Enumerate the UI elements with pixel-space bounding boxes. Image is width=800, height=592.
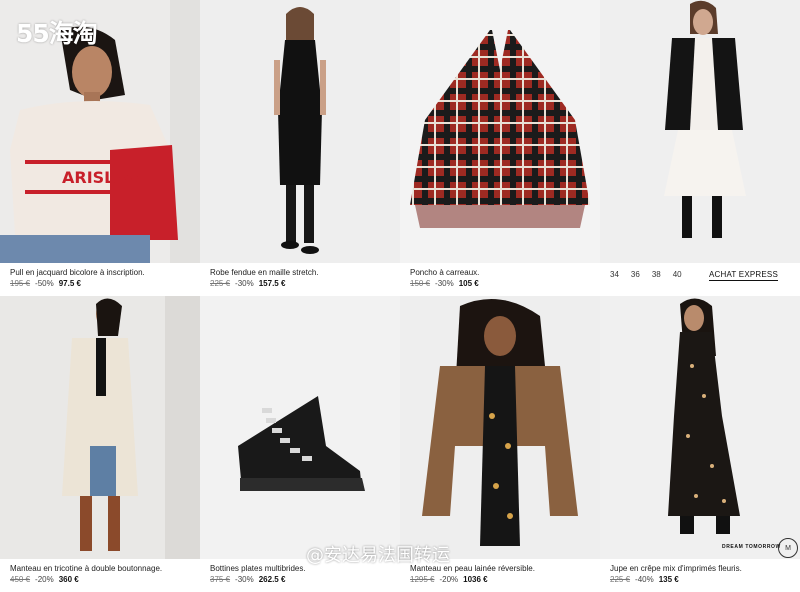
product-info: Robe fendue en maille stretch. 225 € -30%… [210,267,394,289]
price-row: 450 € -20% 360 € [10,574,194,585]
discount-badge: -30% [435,279,454,288]
discount-badge: -20% [35,575,54,584]
product-grid: ARISLAWIT Pull en jacquard bicolore à in… [0,0,800,592]
sale-price: 360 € [58,575,79,584]
size-option[interactable]: 40 [673,270,682,279]
weibo-watermark: @安达易法国转运 [306,545,450,566]
product-info: Poncho à carreaux. 150 € -30% 105 € [410,267,594,289]
price-row: 150 € -30% 105 € [410,278,594,289]
product-name[interactable]: Jupe en crêpe mix d'imprimés fleuris. [610,563,794,574]
product-name[interactable]: Robe fendue en maille stretch. [210,267,394,278]
price-row: 195 € -50% 97.5 € [10,278,194,289]
product-card[interactable]: Manteau en tricotine à double boutonnage… [0,296,200,592]
product-info: Manteau en tricotine à double boutonnage… [10,563,194,585]
size-option[interactable]: 34 [610,270,619,279]
product-info: Pull en jacquard bicolore à inscription.… [10,267,194,289]
product-info: Jupe en crêpe mix d'imprimés fleuris. 22… [610,563,794,585]
size-option[interactable]: 38 [652,270,661,279]
price-row: 375 € -30% 262.5 € [210,574,394,585]
product-image[interactable] [600,296,800,559]
price-row: 225 € -40% 135 € [610,574,794,585]
product-image[interactable] [600,0,800,263]
site-logo-watermark: 55海淘 [16,19,98,48]
product-image[interactable] [400,296,600,559]
price-row: 225 € -30% 157.5 € [210,278,394,289]
discount-badge: -30% [235,279,254,288]
price-row: 1295 € -20% 1036 € [410,574,594,585]
sale-price: 157.5 € [258,279,286,288]
sale-price: 135 € [658,575,679,584]
original-price: 225 € [610,575,631,584]
product-image[interactable] [200,296,400,559]
product-name[interactable]: Pull en jacquard bicolore à inscription. [10,267,194,278]
sale-price: 262.5 € [258,575,286,584]
product-image[interactable] [400,0,600,263]
original-price: 195 € [10,279,31,288]
product-name[interactable]: Manteau en tricotine à double boutonnage… [10,563,194,574]
original-price: 450 € [10,575,31,584]
brand-tagline: DREAM TOMORROW [722,544,781,550]
original-price: 375 € [210,575,231,584]
sale-price: 105 € [458,279,479,288]
discount-badge: -30% [235,575,254,584]
product-card-hover[interactable]: 34 36 38 40 ACHAT EXPRESS [600,0,800,296]
product-image[interactable] [200,0,400,263]
express-purchase-button[interactable]: ACHAT EXPRESS [709,270,778,281]
discount-badge: -20% [439,575,459,584]
sweater-lettering: ARISLAWIT [62,168,161,187]
brand-badge-icon: M [778,538,798,558]
original-price: 150 € [410,279,431,288]
product-card[interactable]: Poncho à carreaux. 150 € -30% 105 € [400,0,600,296]
size-option[interactable]: 36 [631,270,640,279]
size-selector: 34 36 38 40 [610,270,682,279]
sale-price: 97.5 € [58,279,81,288]
original-price: 1295 € [410,575,435,584]
product-card[interactable]: Robe fendue en maille stretch. 225 € -30%… [200,0,400,296]
original-price: 225 € [210,279,231,288]
discount-badge: -50% [35,279,54,288]
sale-price: 1036 € [463,575,488,584]
product-name[interactable]: Poncho à carreaux. [410,267,594,278]
product-image[interactable] [0,296,200,559]
discount-badge: -40% [635,575,654,584]
